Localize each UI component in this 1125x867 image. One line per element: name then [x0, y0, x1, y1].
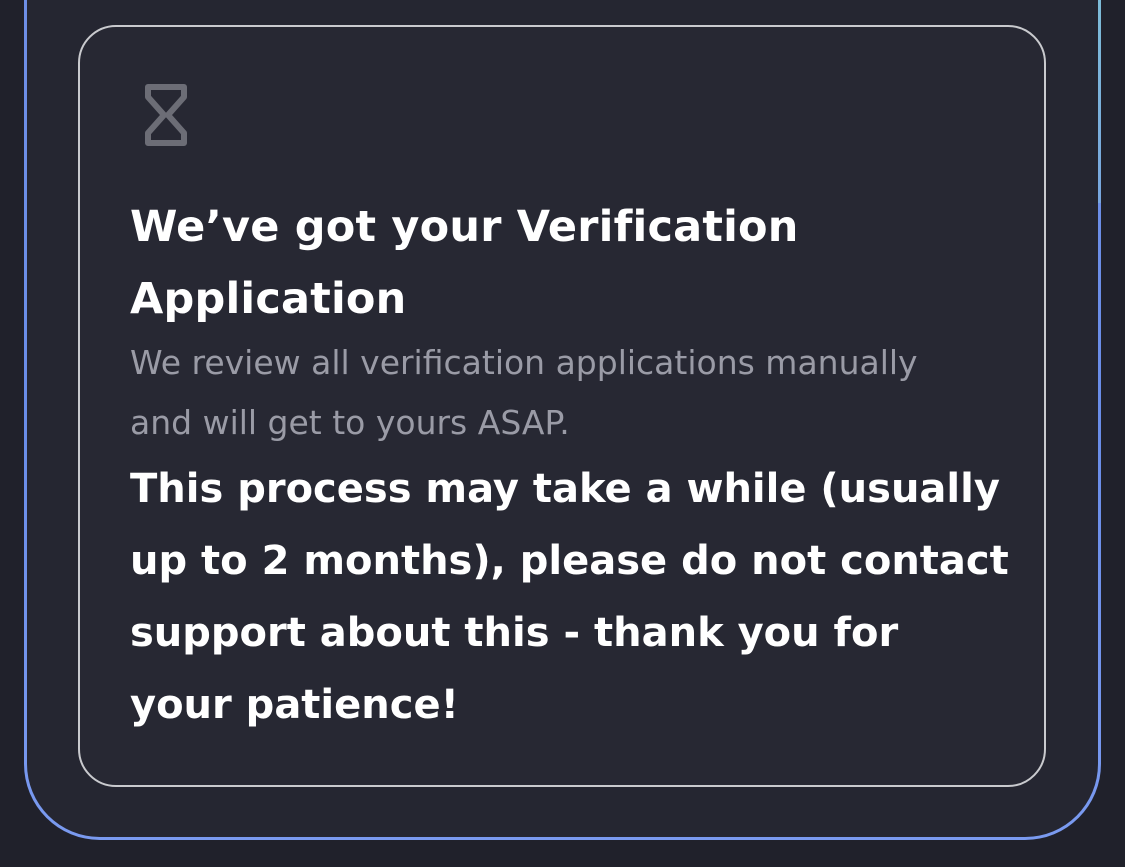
card-title: We’ve got your Verification Application — [130, 202, 799, 324]
card-notice: This process may take a while (usually u… — [130, 466, 1009, 728]
card-subtitle: We review all verification applications … — [130, 343, 918, 442]
hourglass-icon — [145, 84, 187, 146]
verification-status-card: We’ve got your Verification Application … — [78, 25, 1046, 787]
